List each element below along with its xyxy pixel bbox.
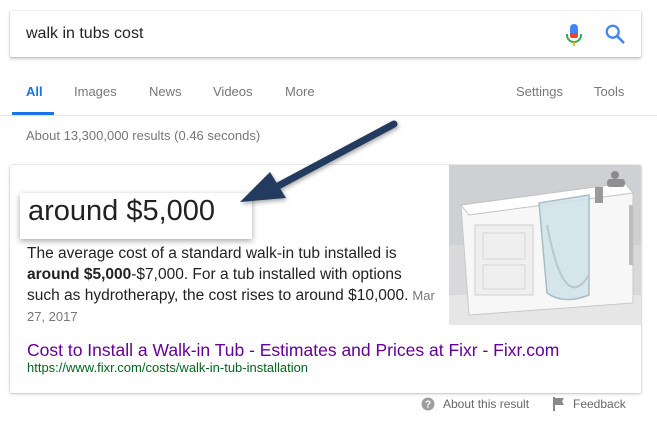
tab-news[interactable]: News <box>149 84 182 99</box>
active-tab-indicator <box>12 112 54 115</box>
about-this-result[interactable]: ? About this result <box>421 397 529 411</box>
feedback-link[interactable]: Feedback <box>553 397 626 411</box>
tab-all[interactable]: All <box>26 84 43 99</box>
featured-snippet-card: around $5,000 The average cost of a stan… <box>10 165 641 393</box>
search-input[interactable] <box>26 11 546 57</box>
result-footer: ? About this result Feedback <box>0 397 657 417</box>
tools-link[interactable]: Tools <box>594 84 624 99</box>
snippet-lead: The average cost of a standard walk-in t… <box>27 245 397 262</box>
tab-images[interactable]: Images <box>74 84 117 99</box>
result-title-link[interactable]: Cost to Install a Walk-in Tub - Estimate… <box>27 340 559 361</box>
tab-more[interactable]: More <box>285 84 315 99</box>
search-box[interactable] <box>10 11 641 57</box>
tab-videos[interactable]: Videos <box>213 84 253 99</box>
search-icon[interactable] <box>604 23 626 45</box>
answer-highlight-box: around $5,000 <box>20 193 252 239</box>
snippet-bold: around $5,000 <box>27 266 132 283</box>
walk-in-tub-image[interactable] <box>449 165 641 325</box>
featured-answer: around $5,000 <box>28 195 216 227</box>
question-circle-icon: ? <box>421 397 435 411</box>
result-stats: About 13,300,000 results (0.46 seconds) <box>26 128 261 143</box>
settings-link[interactable]: Settings <box>516 84 563 99</box>
result-url: https://www.fixr.com/costs/walk-in-tub-i… <box>27 360 309 375</box>
search-tabs: All Images News Videos More Settings Too… <box>0 70 657 116</box>
feedback-label: Feedback <box>573 397 626 411</box>
snippet-text: The average cost of a standard walk-in t… <box>27 243 437 327</box>
about-label: About this result <box>443 397 530 411</box>
flag-icon <box>553 397 564 411</box>
microphone-icon[interactable] <box>564 23 584 47</box>
svg-text:?: ? <box>425 400 431 411</box>
